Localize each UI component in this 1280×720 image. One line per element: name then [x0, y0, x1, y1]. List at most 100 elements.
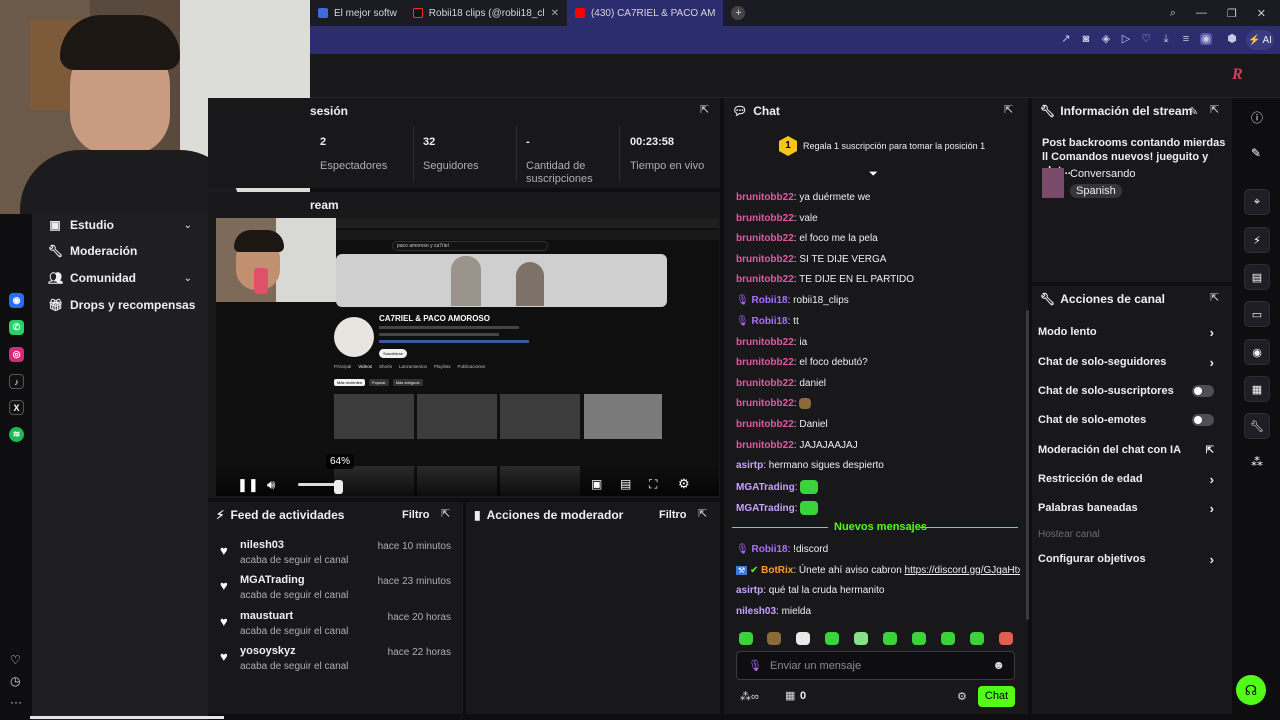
- rail-users-icon[interactable]: ⁂: [1251, 455, 1263, 469]
- chat-settings-icon[interactable]: ⚙: [957, 690, 967, 703]
- emote[interactable]: [739, 632, 753, 645]
- chat-scrollbar[interactable]: [1026, 310, 1029, 620]
- collapse-icon[interactable]: ⏷: [869, 168, 878, 181]
- menu-icon[interactable]: ≡: [1180, 33, 1192, 45]
- x-icon[interactable]: X: [9, 400, 24, 415]
- chat-username[interactable]: brunitobb22: [736, 419, 794, 430]
- profile-icon[interactable]: ◉: [1200, 33, 1212, 45]
- edit-icon[interactable]: ✎: [1189, 105, 1198, 118]
- download-icon[interactable]: ⤓: [1160, 33, 1172, 45]
- info-icon[interactable]: ⓘ: [1251, 109, 1263, 126]
- filter-button[interactable]: Filtro: [659, 509, 687, 521]
- chat-username[interactable]: brunitobb22: [736, 254, 794, 265]
- discord-link[interactable]: https://discord.gg/GJgaHtx2: [905, 565, 1020, 576]
- emote[interactable]: [999, 632, 1013, 645]
- send-chat-button[interactable]: Chat: [978, 686, 1015, 707]
- tiktok-icon[interactable]: ♪: [9, 374, 24, 389]
- minimize-icon[interactable]: —: [1196, 7, 1207, 20]
- search-icon[interactable]: ⌕: [1170, 7, 1176, 20]
- action-goals[interactable]: Configurar objetivos ›: [1038, 549, 1222, 569]
- chat-username[interactable]: nilesh03: [736, 606, 776, 617]
- clock-icon[interactable]: ◷: [10, 674, 20, 688]
- chat-username[interactable]: brunitobb22: [736, 233, 794, 244]
- popout-icon[interactable]: ⇱: [1210, 292, 1222, 304]
- heart-icon[interactable]: ♡: [10, 653, 21, 667]
- rail-bolt-icon[interactable]: ⚡︎: [1244, 227, 1270, 253]
- chat-username[interactable]: brunitobb22: [736, 378, 794, 389]
- support-chat-icon[interactable]: ☊: [1236, 675, 1266, 705]
- shield-icon[interactable]: ◈: [1100, 33, 1112, 45]
- emotes-only-toggle[interactable]: [1192, 414, 1214, 426]
- chevron-down-icon[interactable]: ⌄: [184, 220, 192, 231]
- emote[interactable]: [767, 632, 781, 645]
- volume-handle[interactable]: [334, 480, 343, 494]
- emote[interactable]: [912, 632, 926, 645]
- spotify-icon[interactable]: ≋: [9, 427, 24, 442]
- feed-username[interactable]: maustuart: [240, 610, 293, 622]
- fullscreen-icon[interactable]: ⛶: [649, 477, 657, 492]
- action-followers-only[interactable]: Chat de solo-seguidores ›: [1038, 352, 1222, 372]
- emote[interactable]: [854, 632, 868, 645]
- rail-wrench-icon[interactable]: 🔧︎: [1244, 413, 1270, 439]
- chat-username[interactable]: asirtp: [736, 585, 763, 596]
- action-slow-mode[interactable]: Modo lento ›: [1038, 322, 1222, 342]
- chat-username[interactable]: brunitobb22: [736, 357, 794, 368]
- share-icon[interactable]: ↗: [1060, 33, 1072, 45]
- pencil-icon[interactable]: ✎: [1251, 146, 1261, 160]
- chat-username[interactable]: BotRix: [761, 565, 793, 576]
- feed-username[interactable]: MGATrading: [240, 574, 305, 586]
- close-window-icon[interactable]: ✕: [1257, 7, 1266, 20]
- theater-icon[interactable]: ▤: [620, 477, 631, 491]
- category-name[interactable]: Conversando: [1070, 168, 1135, 180]
- pip-icon[interactable]: ▣: [591, 477, 602, 491]
- restore-icon[interactable]: ❐: [1227, 7, 1237, 20]
- chat-username[interactable]: brunitobb22: [736, 398, 794, 409]
- chat-username[interactable]: MGATrading: [736, 482, 795, 493]
- chat-username[interactable]: brunitobb22: [736, 337, 794, 348]
- popout-icon[interactable]: ⇱: [1210, 104, 1222, 116]
- subscribers-only-toggle[interactable]: [1192, 385, 1214, 397]
- play-icon[interactable]: ▷: [1120, 33, 1132, 45]
- chat-username[interactable]: Robii18: [751, 544, 787, 555]
- nav-item-drops[interactable]: 🎁︎ Drops y recompensas: [48, 298, 195, 312]
- emote[interactable]: [883, 632, 897, 645]
- rail-focus-icon[interactable]: ⌖: [1244, 189, 1270, 215]
- settings-icon[interactable]: ⚙: [678, 476, 690, 492]
- action-age-restriction[interactable]: Restricción de edad ›: [1038, 469, 1222, 489]
- chat-username[interactable]: Robii18: [751, 316, 787, 327]
- filter-button[interactable]: Filtro: [402, 509, 430, 521]
- rail-broadcast-icon[interactable]: ◉: [1244, 339, 1270, 365]
- chat-username[interactable]: asirtp: [736, 460, 763, 471]
- chat-username[interactable]: brunitobb22: [736, 440, 794, 451]
- feed-username[interactable]: nilesh03: [240, 539, 284, 551]
- points-icon[interactable]: ⁂∞: [740, 690, 759, 703]
- browser-tab-active[interactable]: (430) CA7RIEL & PACO AM: [566, 0, 724, 26]
- channel-logo[interactable]: R: [1232, 66, 1252, 86]
- action-banned-words[interactable]: Palabras baneadas ›: [1038, 498, 1222, 518]
- chat-input[interactable]: 🎙︎ Enviar un mensaje ☻: [736, 651, 1015, 680]
- instagram-icon[interactable]: ◎: [9, 347, 24, 362]
- popout-icon[interactable]: ⇱: [700, 104, 712, 116]
- feed-username[interactable]: yosoyskyz: [240, 645, 296, 657]
- sub-gift-banner[interactable]: Regala 1 suscripción para tomar la posic…: [803, 141, 985, 151]
- nav-item-moderacion[interactable]: 🔧︎ Moderación: [48, 244, 137, 258]
- emote[interactable]: [796, 632, 810, 645]
- whatsapp-icon[interactable]: ✆: [9, 320, 24, 335]
- popout-icon[interactable]: ⇱: [1004, 104, 1016, 116]
- more-icon[interactable]: ···: [10, 695, 22, 709]
- browser-tab[interactable]: El mejor softw: [310, 0, 405, 26]
- action-ai-moderation[interactable]: Moderación del chat con IA ⇱: [1038, 440, 1222, 460]
- popout-icon[interactable]: ⇱: [698, 508, 710, 520]
- pause-icon[interactable]: ❚❚: [237, 477, 259, 493]
- chat-username[interactable]: brunitobb22: [736, 192, 794, 203]
- mic-icon[interactable]: 🎙︎: [748, 659, 762, 672]
- extension-icon[interactable]: ⬢: [1226, 33, 1238, 45]
- popout-icon[interactable]: ⇱: [441, 508, 453, 520]
- emote[interactable]: [825, 632, 839, 645]
- chat-username[interactable]: Robii18: [751, 295, 787, 306]
- new-tab-button[interactable]: +: [723, 0, 753, 26]
- chat-username[interactable]: brunitobb22: [736, 274, 794, 285]
- emoji-icon[interactable]: ☻: [992, 658, 1005, 672]
- nav-item-estudio[interactable]: ▣ Estudio: [48, 218, 114, 232]
- camera-icon[interactable]: ◙: [1080, 33, 1092, 45]
